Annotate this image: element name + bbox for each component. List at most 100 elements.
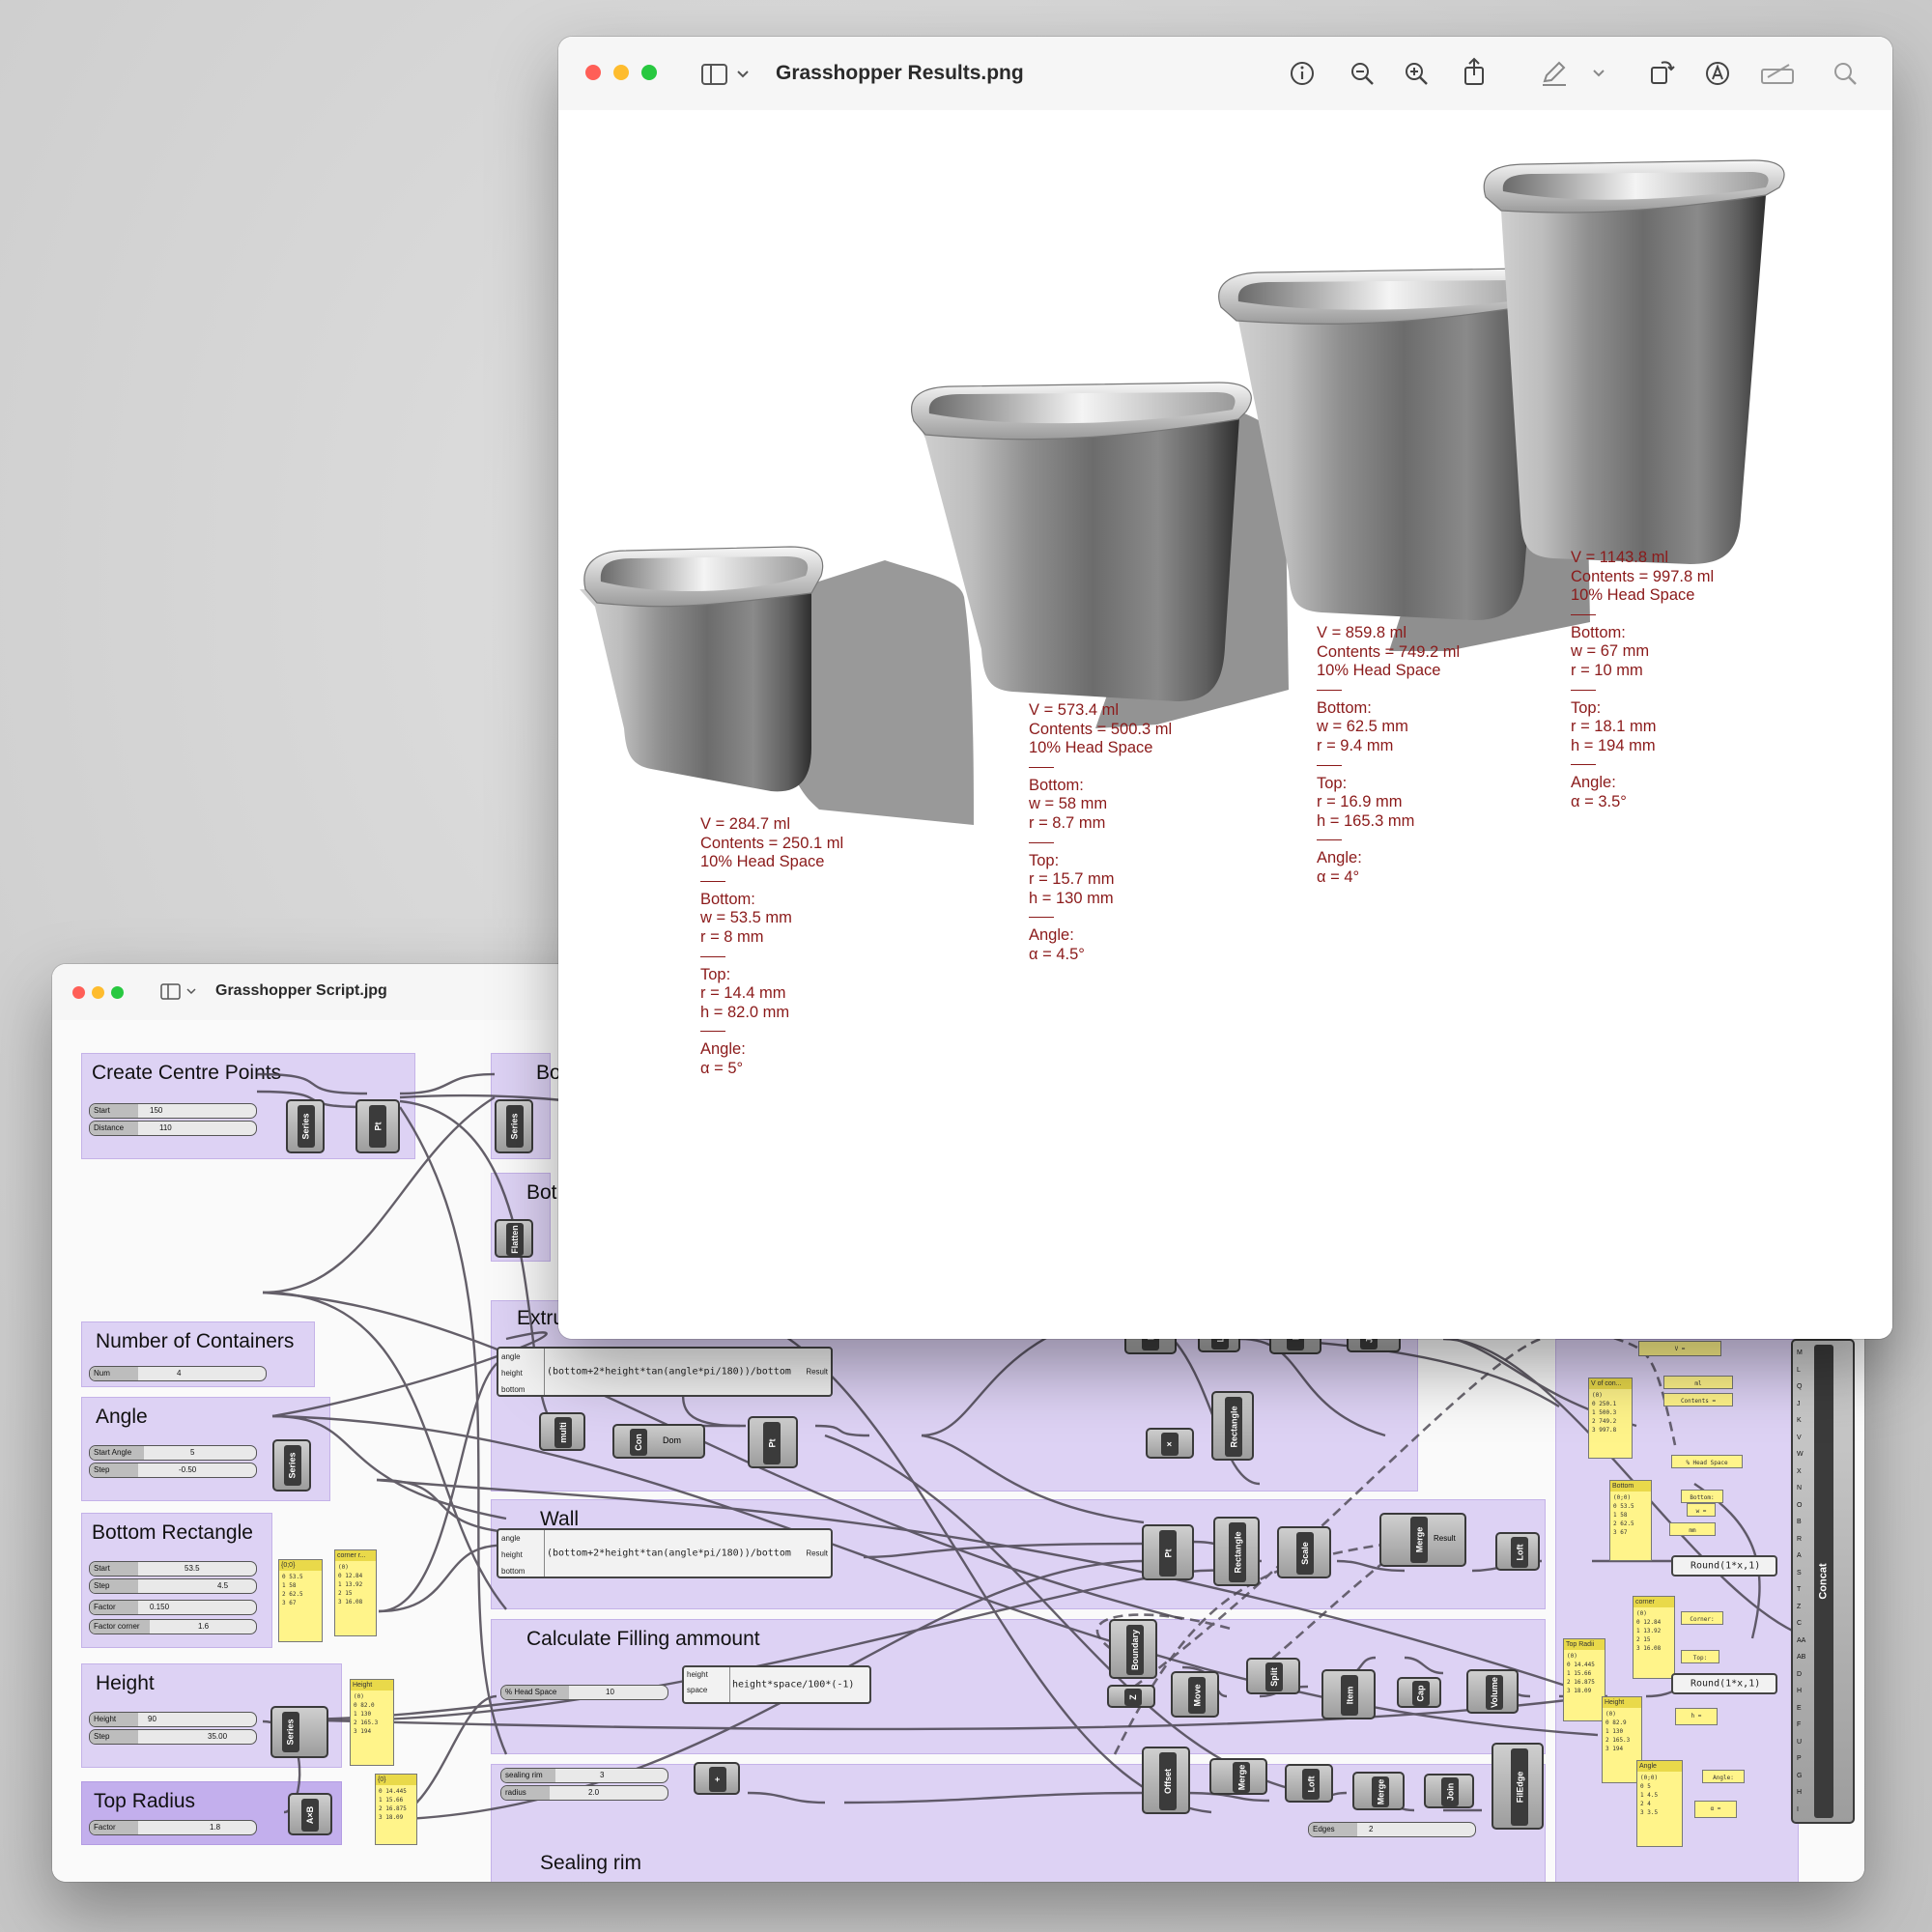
concat-input-port[interactable]: W bbox=[1797, 1446, 1810, 1463]
loft-component-rim[interactable]: Loft bbox=[1285, 1764, 1333, 1803]
text-chip-head-space[interactable]: % Head Space bbox=[1671, 1455, 1743, 1468]
concat-input-port[interactable]: C bbox=[1797, 1615, 1810, 1633]
offset-component[interactable]: Offset bbox=[1142, 1747, 1190, 1814]
concat-input-port[interactable]: F bbox=[1797, 1717, 1810, 1734]
concat-component[interactable]: M L Q J K V W X N O B R A S T Z C AA AB D H E F U P G H I Concat bbox=[1791, 1339, 1855, 1824]
search-icon[interactable] bbox=[1832, 60, 1859, 87]
bottom-panel[interactable]: Bottom (0;0) 0 53.5 1 58 2 62.5 3 67 bbox=[1609, 1480, 1652, 1561]
text-chip-angle[interactable]: Angle: bbox=[1702, 1770, 1745, 1783]
concat-input-port[interactable]: L bbox=[1797, 1362, 1810, 1379]
zoom-out-icon[interactable] bbox=[1349, 60, 1376, 87]
concat-input-port[interactable]: Z bbox=[1797, 1599, 1810, 1616]
minimize-button[interactable] bbox=[613, 65, 629, 80]
start-slider[interactable]: Start 150 bbox=[89, 1103, 257, 1119]
pt-component[interactable]: Pt bbox=[355, 1099, 400, 1153]
construct-domain-component[interactable]: Con Dom bbox=[612, 1424, 705, 1459]
pt-component-wall[interactable]: Pt bbox=[1142, 1524, 1194, 1580]
annotate-icon[interactable] bbox=[1704, 60, 1731, 87]
concat-input-port[interactable]: B bbox=[1797, 1514, 1810, 1531]
close-button[interactable] bbox=[72, 986, 85, 999]
close-button[interactable] bbox=[585, 65, 601, 80]
rectangle-component-1[interactable]: Rectangle bbox=[1211, 1391, 1254, 1461]
move-component[interactable]: Move bbox=[1171, 1671, 1219, 1718]
num-slider[interactable]: Num 4 bbox=[89, 1366, 267, 1381]
height-slider[interactable]: Height 90 bbox=[89, 1712, 257, 1727]
loft-component-wall[interactable]: Loft bbox=[1495, 1532, 1540, 1571]
volume-component[interactable]: Volume bbox=[1466, 1669, 1519, 1714]
corner-radius-panel[interactable]: corner r... (0) 0 12.84 1 13.92 2 15 3 16.08 bbox=[334, 1549, 377, 1636]
maximize-button[interactable] bbox=[641, 65, 657, 80]
sidebar-toggle-icon[interactable] bbox=[701, 64, 753, 87]
concat-input-port[interactable]: AA bbox=[1797, 1633, 1810, 1650]
text-chip-w[interactable]: w = bbox=[1687, 1503, 1716, 1517]
concat-input-port[interactable]: O bbox=[1797, 1497, 1810, 1515]
cap-component[interactable]: Cap bbox=[1397, 1677, 1441, 1708]
join-component-rim[interactable]: Join bbox=[1424, 1774, 1474, 1808]
concat-input-port[interactable]: X bbox=[1797, 1463, 1810, 1481]
round-expression-1[interactable]: Round(1*x,1) bbox=[1671, 1555, 1777, 1577]
share-icon[interactable] bbox=[1461, 56, 1488, 87]
factor-corner-slider[interactable]: Factor corner 1.6 bbox=[89, 1619, 257, 1634]
addition-component[interactable]: + bbox=[694, 1762, 740, 1795]
merge-component-rim-2[interactable]: Merge bbox=[1352, 1772, 1405, 1810]
concat-input-port[interactable]: M bbox=[1797, 1345, 1810, 1362]
rectangle-component-2[interactable]: Rectangle bbox=[1213, 1517, 1260, 1586]
edges-slider[interactable]: Edges 2 bbox=[1308, 1822, 1476, 1837]
concat-input-port[interactable]: R bbox=[1797, 1531, 1810, 1548]
multi-component[interactable]: multi bbox=[539, 1412, 585, 1451]
concat-input-port[interactable]: A bbox=[1797, 1548, 1810, 1565]
text-chip-mm[interactable]: mm bbox=[1669, 1522, 1716, 1536]
concat-input-port[interactable]: P bbox=[1797, 1750, 1810, 1768]
unit-z-component[interactable]: Z bbox=[1107, 1685, 1155, 1708]
sidebar-toggle-icon[interactable] bbox=[160, 983, 199, 1001]
concat-input-port[interactable]: I bbox=[1797, 1802, 1810, 1819]
boundary-component[interactable]: Boundary bbox=[1109, 1619, 1157, 1679]
start-angle-slider[interactable]: Start Angle 5 bbox=[89, 1445, 257, 1461]
concat-input-port[interactable]: D bbox=[1797, 1666, 1810, 1684]
text-chip-alpha[interactable]: α = bbox=[1694, 1801, 1737, 1818]
extrude-expression[interactable]: angle height bottom (bottom+2*height*tan(a… bbox=[497, 1347, 833, 1397]
filling-expression[interactable]: height space height*space/100*(-1) bbox=[682, 1665, 871, 1704]
series-component[interactable]: Series bbox=[286, 1099, 325, 1153]
wall-expression[interactable]: angle height bottom (bottom+2*height*tan(a… bbox=[497, 1528, 833, 1578]
concat-input-port[interactable]: V bbox=[1797, 1430, 1810, 1447]
split-component[interactable]: Split bbox=[1246, 1658, 1300, 1694]
markup-pen-icon[interactable] bbox=[1540, 60, 1569, 87]
sealing-rim-slider[interactable]: sealing rim 3 bbox=[500, 1768, 668, 1783]
text-chip-top[interactable]: Top: bbox=[1681, 1650, 1719, 1663]
rotate-icon[interactable] bbox=[1648, 58, 1675, 87]
angle-panel[interactable]: Angle (0;0) 0 5 1 4.5 2 4 3 3.5 bbox=[1636, 1760, 1683, 1847]
series-component-height[interactable]: Series bbox=[270, 1706, 328, 1758]
zoom-in-icon[interactable] bbox=[1403, 60, 1430, 87]
concat-input-port[interactable]: T bbox=[1797, 1581, 1810, 1599]
concat-input-port[interactable]: K bbox=[1797, 1412, 1810, 1430]
text-chip-ml[interactable]: ml bbox=[1663, 1376, 1733, 1389]
concat-input-port[interactable]: N bbox=[1797, 1480, 1810, 1497]
concat-input-port[interactable]: Q bbox=[1797, 1378, 1810, 1396]
angle-step-slider[interactable]: Step -0.50 bbox=[89, 1463, 257, 1478]
series-component-angle[interactable]: Series bbox=[272, 1439, 311, 1492]
pt-component-extrude[interactable]: Pt bbox=[748, 1416, 798, 1468]
concat-input-port[interactable]: U bbox=[1797, 1734, 1810, 1751]
round-expression-2[interactable]: Round(1*x,1) bbox=[1671, 1673, 1777, 1694]
height-step-slider[interactable]: Step 35.00 bbox=[89, 1729, 257, 1745]
top-radius-panel[interactable]: {0} 0 14.445 1 15.66 2 16.875 3 18.09 bbox=[375, 1774, 417, 1845]
head-space-slider[interactable]: % Head Space 10 bbox=[500, 1685, 668, 1700]
minimize-button[interactable] bbox=[92, 986, 104, 999]
concat-input-port[interactable]: S bbox=[1797, 1565, 1810, 1582]
top-factor-slider[interactable]: Factor 1.8 bbox=[89, 1820, 257, 1835]
factor-slider[interactable]: Factor 0.150 bbox=[89, 1600, 257, 1615]
concat-input-port[interactable]: H bbox=[1797, 1683, 1810, 1700]
merge-component-wall[interactable]: Merge Result bbox=[1379, 1513, 1466, 1567]
concat-input-port[interactable]: AB bbox=[1797, 1649, 1810, 1666]
maximize-button[interactable] bbox=[111, 986, 124, 999]
series-component-2[interactable]: Series bbox=[495, 1099, 533, 1153]
text-chip-bottom[interactable]: Bottom: bbox=[1681, 1490, 1723, 1503]
info-icon[interactable] bbox=[1289, 60, 1316, 87]
merge-component-rim[interactable]: Merge bbox=[1209, 1758, 1267, 1795]
text-chip-contents[interactable]: Contents = bbox=[1663, 1393, 1733, 1406]
rect-step-slider[interactable]: Step 4.5 bbox=[89, 1578, 257, 1594]
rect-start-slider[interactable]: Start 53.5 bbox=[89, 1561, 257, 1577]
concat-input-port[interactable]: H bbox=[1797, 1784, 1810, 1802]
concat-input-port[interactable]: J bbox=[1797, 1396, 1810, 1413]
